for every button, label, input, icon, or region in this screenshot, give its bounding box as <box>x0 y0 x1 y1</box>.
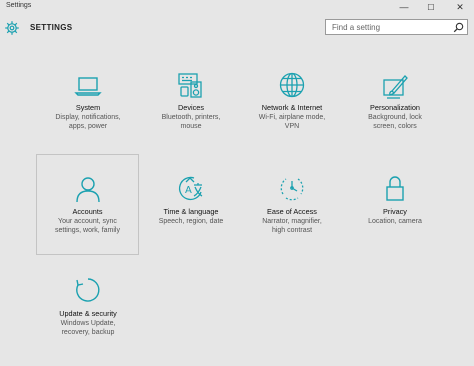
tile-desc-line: high contrast <box>271 227 313 234</box>
tile-ease-of-access[interactable]: Ease of Access Narrator, magnifier, high… <box>240 174 344 244</box>
svg-text:A: A <box>185 185 192 196</box>
tile-desc-line: screen, colors <box>373 123 417 130</box>
tile-desc-line: VPN <box>284 123 300 130</box>
tile-personalization[interactable]: Personalization Background, lock screen,… <box>343 70 447 140</box>
tile-desc: Speech, region, date <box>143 217 239 226</box>
tile-name: Accounts <box>72 207 103 216</box>
lock-icon <box>381 174 409 202</box>
tile-name: System <box>75 103 101 112</box>
tile-desc-line: mouse <box>180 123 202 130</box>
tile-desc-line: Display, notifications, <box>55 114 121 121</box>
search-input[interactable]: Find a setting <box>325 19 468 35</box>
window-title: Settings <box>6 2 32 9</box>
tile-desc-line: Background, lock <box>368 114 422 121</box>
close-button[interactable]: ✕ <box>448 0 472 14</box>
tile-desc: Location, camera <box>347 217 443 226</box>
tile-network-internet[interactable]: Network & Internet Wi-Fi, airplane mode,… <box>240 70 344 140</box>
maximize-button[interactable]: ☐ <box>419 0 443 14</box>
ease-of-access-icon <box>278 174 306 202</box>
refresh-icon <box>74 276 102 304</box>
tile-desc-line: Speech, region, date <box>158 218 224 225</box>
tile-system[interactable]: System Display, notifications, apps, pow… <box>36 70 140 140</box>
keyboard-speaker-icon <box>177 71 205 99</box>
tile-name: Privacy <box>383 207 407 216</box>
page-title: SETTINGS <box>30 23 73 32</box>
minimize-button[interactable]: — <box>392 0 416 14</box>
tile-desc-line: apps, power <box>68 123 108 130</box>
search-placeholder: Find a setting <box>332 23 381 32</box>
tile-desc: Bluetooth, printers, mouse <box>143 113 239 131</box>
tile-desc-line: Windows Update, <box>60 320 116 327</box>
tile-accounts[interactable]: Accounts Your account, sync settings, wo… <box>36 154 139 255</box>
title-bar: Settings — ☐ ✕ <box>0 0 474 14</box>
tile-desc: Windows Update, recovery, backup <box>40 319 136 337</box>
tile-name: Update & security <box>59 309 117 318</box>
gear-icon <box>4 20 20 36</box>
tile-update-security[interactable]: Update & security Windows Update, recove… <box>36 276 140 346</box>
time-language-icon: A <box>177 174 205 202</box>
tile-name: Devices <box>178 103 204 112</box>
tile-time-language[interactable]: A Time & language Speech, region, date <box>139 174 243 244</box>
search-icon[interactable] <box>453 22 464 33</box>
tile-name: Network & Internet <box>261 103 323 112</box>
globe-icon <box>278 71 306 99</box>
person-icon <box>74 175 102 203</box>
tile-name: Personalization <box>370 103 420 112</box>
tile-desc: Background, lock screen, colors <box>347 113 443 131</box>
tile-name: Ease of Access <box>267 207 317 216</box>
tile-desc-line: Your account, sync <box>58 218 117 225</box>
tile-desc-line: recovery, backup <box>61 329 115 336</box>
tile-desc-line: Location, camera <box>368 218 422 225</box>
tile-desc: Wi-Fi, airplane mode, VPN <box>244 113 340 131</box>
tile-desc-line: Wi-Fi, airplane mode, <box>258 114 326 121</box>
laptop-icon <box>74 72 102 100</box>
tile-desc: Your account, sync settings, work, famil… <box>41 217 134 235</box>
tile-desc-line: Bluetooth, printers, <box>161 114 221 121</box>
tile-name: Time & language <box>163 207 219 216</box>
paint-icon <box>381 72 409 100</box>
tile-devices[interactable]: Devices Bluetooth, printers, mouse <box>139 70 243 140</box>
tile-desc-line: Narrator, magnifier, <box>262 218 322 225</box>
tile-desc-line: settings, work, family <box>55 227 120 234</box>
tile-desc: Display, notifications, apps, power <box>40 113 136 131</box>
tile-privacy[interactable]: Privacy Location, camera <box>343 174 447 244</box>
tile-desc: Narrator, magnifier, high contrast <box>244 217 340 235</box>
